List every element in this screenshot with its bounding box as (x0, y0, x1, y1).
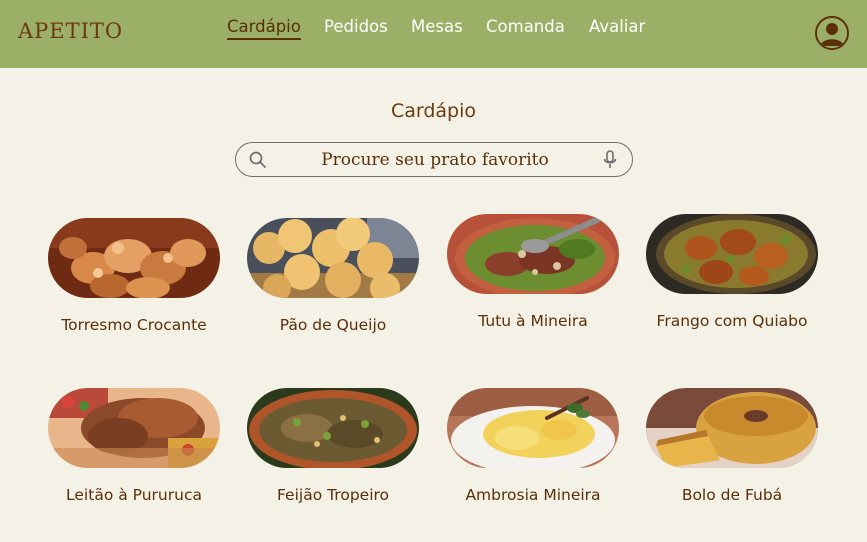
dish-name: Torresmo Crocante (61, 316, 207, 334)
dish-name: Tutu à Mineira (478, 312, 588, 330)
dish-photo-torresmo (48, 218, 220, 298)
dish-photo-frango-quiabo (646, 214, 818, 294)
dish-card-torresmo[interactable]: Torresmo Crocante (48, 218, 220, 334)
dish-name: Frango com Quiabo (656, 312, 808, 330)
dish-photo-tutu (447, 214, 619, 294)
dish-name: Feijão Tropeiro (276, 486, 390, 504)
dish-card-pao-de-queijo[interactable]: Pão de Queijo (247, 218, 419, 334)
app-logo[interactable]: APETITO (18, 19, 123, 43)
dish-photo-pao-de-queijo (247, 218, 419, 298)
dish-card-ambrosia[interactable]: Ambrosia Mineira (447, 388, 619, 504)
dish-photo-bolo-fuba (646, 388, 818, 468)
dish-card-feijao-tropeiro[interactable]: Feijão Tropeiro (247, 388, 419, 504)
search-bar (235, 142, 633, 177)
top-navbar: APETITO Cardápio Pedidos Mesas Comanda A… (0, 0, 867, 68)
search-input[interactable] (276, 146, 594, 173)
user-avatar-icon[interactable] (815, 16, 849, 50)
dish-photo-leitao (48, 388, 220, 468)
nav-item-comanda[interactable]: Comanda (486, 17, 565, 36)
dish-name: Bolo de Fubá (681, 486, 783, 504)
dish-photo-ambrosia (447, 388, 619, 468)
dish-name: Pão de Queijo (279, 316, 387, 334)
dish-name: Ambrosia Mineira (465, 486, 601, 504)
dish-card-tutu[interactable]: Tutu à Mineira (447, 214, 619, 330)
nav-item-pedidos[interactable]: Pedidos (324, 17, 388, 36)
nav-item-cardapio[interactable]: Cardápio (227, 17, 301, 40)
dish-card-leitao[interactable]: Leitão à Pururuca (48, 388, 220, 504)
dish-name: Leitão à Pururuca (66, 486, 202, 504)
search-icon[interactable] (248, 150, 268, 174)
nav-item-avaliar[interactable]: Avaliar (589, 17, 645, 36)
dish-photo-feijao-tropeiro (247, 388, 419, 468)
microphone-icon[interactable] (602, 150, 618, 174)
dish-card-frango-quiabo[interactable]: Frango com Quiabo (646, 214, 818, 330)
nav-item-mesas[interactable]: Mesas (411, 17, 463, 36)
dish-card-bolo-fuba[interactable]: Bolo de Fubá (646, 388, 818, 504)
page-title: Cardápio (390, 100, 477, 122)
